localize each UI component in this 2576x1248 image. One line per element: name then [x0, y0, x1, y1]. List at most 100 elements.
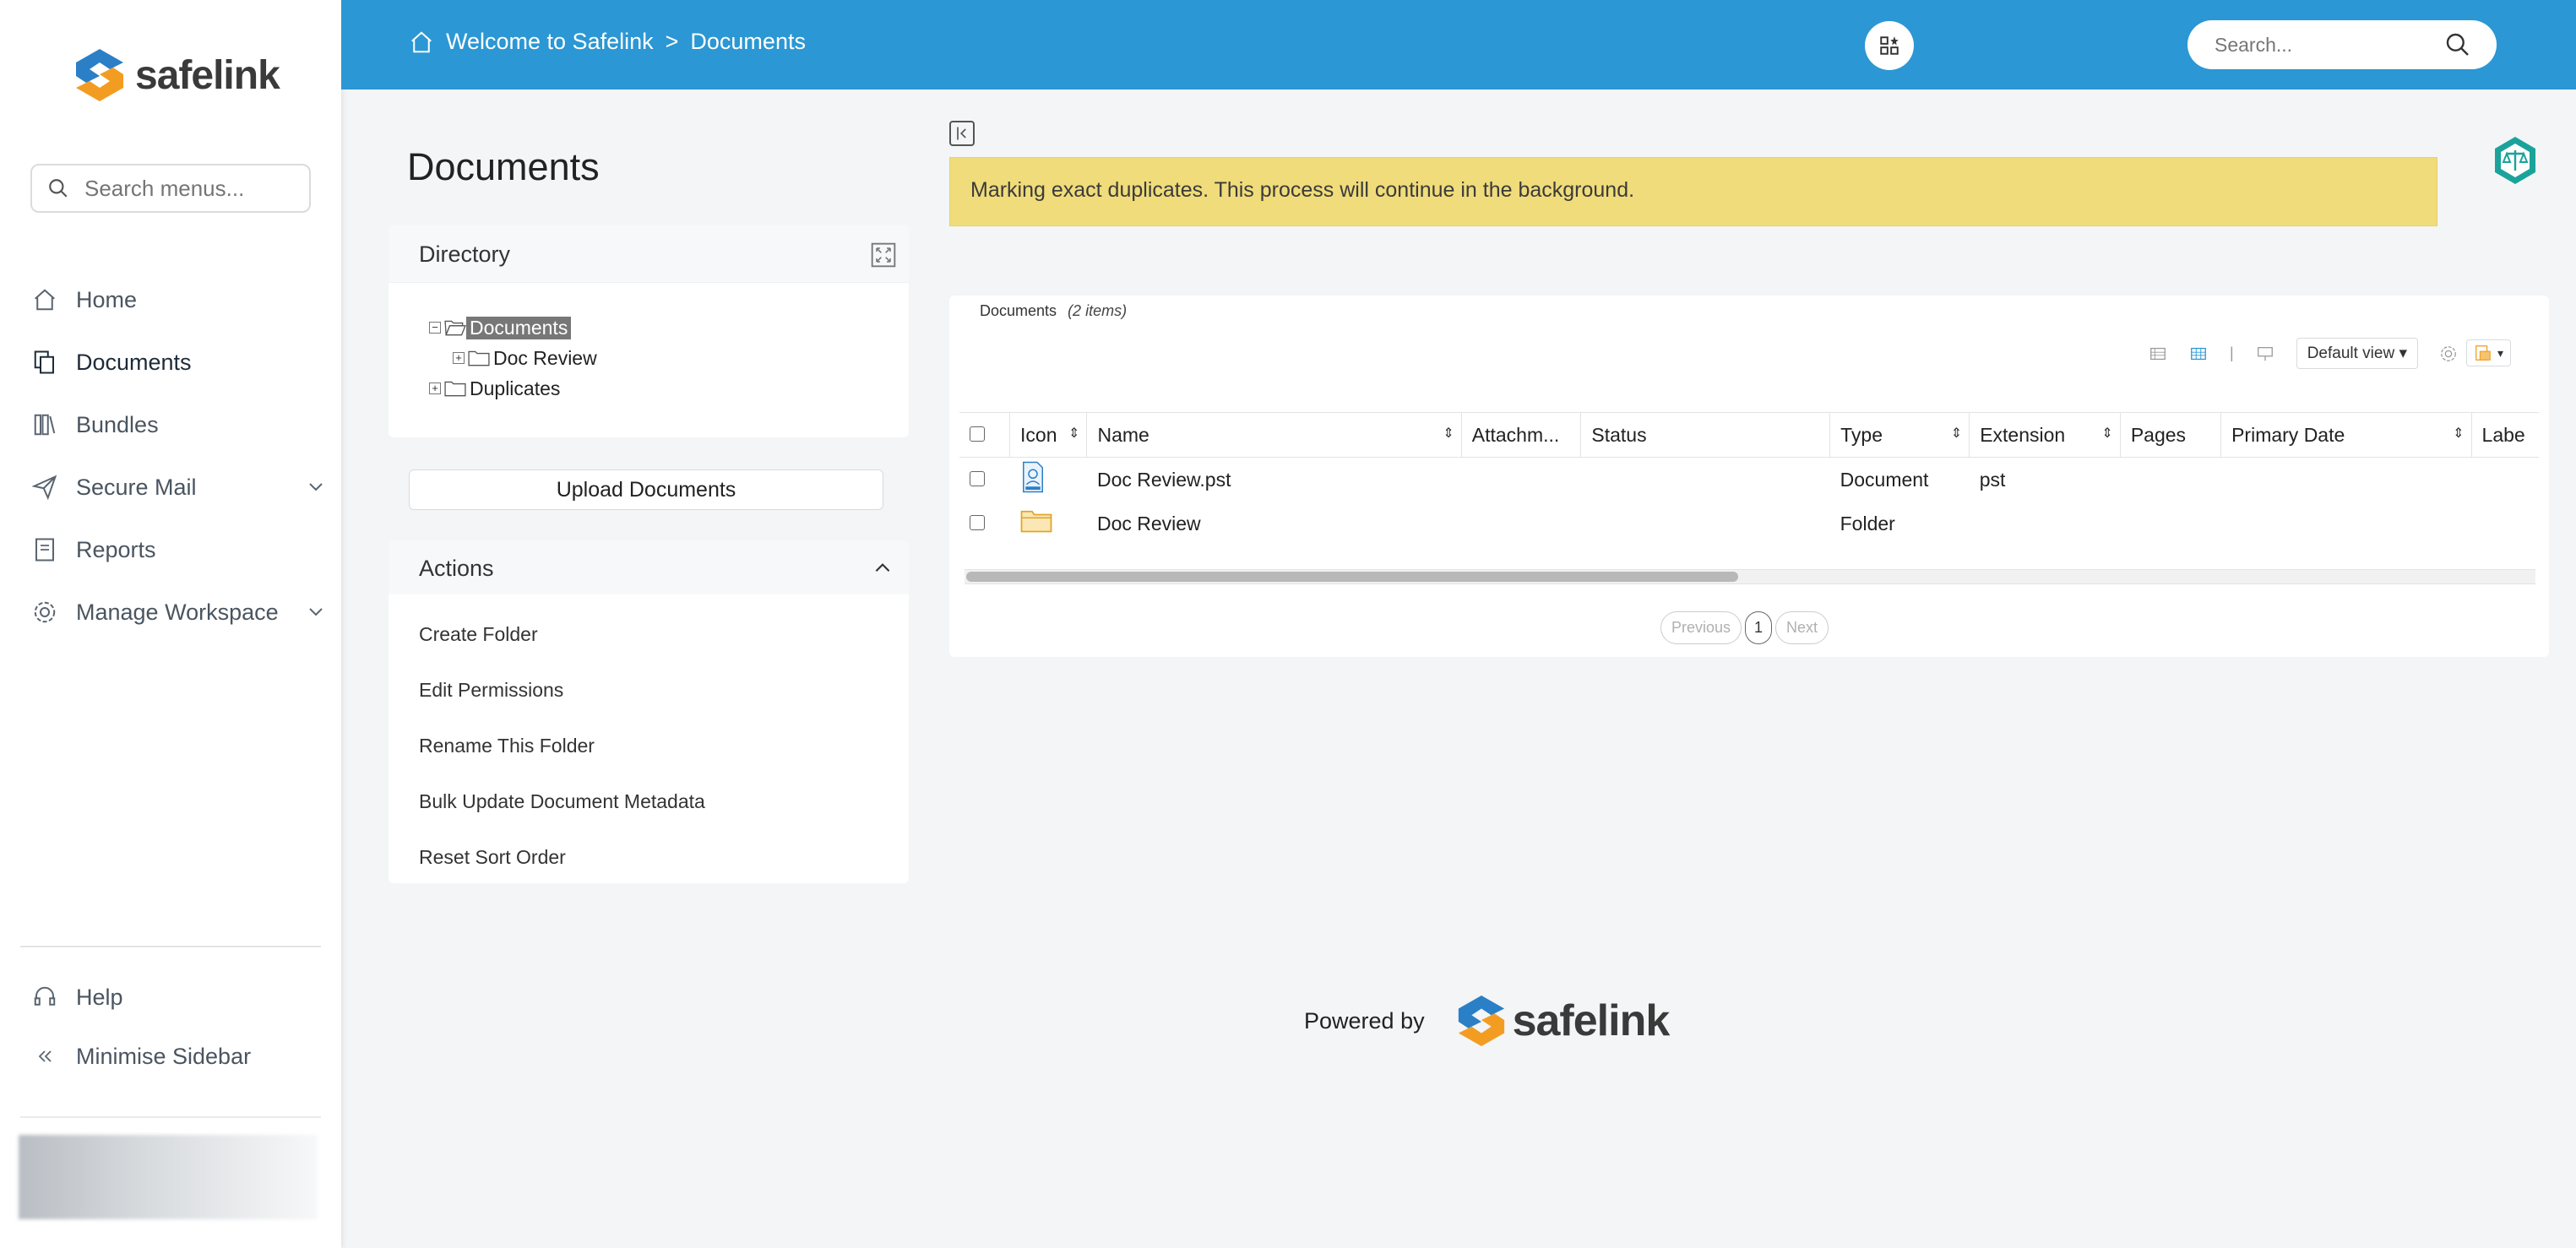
- action-bulk-update-metadata[interactable]: Bulk Update Document Metadata: [419, 773, 705, 829]
- sidebar-item-label: Reports: [76, 536, 156, 562]
- breadcrumb-separator: >: [665, 29, 679, 54]
- tree-node-label[interactable]: Documents: [466, 316, 572, 339]
- duplicate-marking-notice: Marking exact duplicates. This process w…: [949, 157, 2437, 226]
- action-reset-sort-order[interactable]: Reset Sort Order: [419, 829, 705, 885]
- topbar: Welcome to Safelink > Documents: [341, 0, 2576, 90]
- chevron-up-icon[interactable]: [872, 557, 894, 579]
- safelink-logo-icon: [1458, 995, 1504, 1047]
- row-checkbox[interactable]: [970, 514, 985, 530]
- column-header-label: Attachm...: [1471, 423, 1560, 446]
- documents-icon: [30, 348, 59, 377]
- expand-icon[interactable]: [870, 241, 897, 269]
- settings-gear-icon[interactable]: [2439, 345, 2458, 363]
- list-view-icon[interactable]: [2149, 345, 2167, 363]
- table-row[interactable]: Doc Review Folder: [959, 502, 2539, 545]
- row-name[interactable]: Doc Review: [1087, 502, 1461, 545]
- sidebar-item-help[interactable]: Help: [30, 966, 326, 1028]
- home-icon[interactable]: [409, 30, 434, 55]
- grid-item-count: (2 items): [1068, 302, 1128, 319]
- sidebar-item-documents[interactable]: Documents: [30, 331, 326, 393]
- expand-toggle[interactable]: +: [429, 383, 441, 394]
- column-header-name[interactable]: Name ⇕: [1086, 412, 1462, 458]
- tree-node-documents[interactable]: − Documents: [429, 312, 597, 343]
- grid-view-icon[interactable]: [2189, 345, 2208, 363]
- action-edit-permissions[interactable]: Edit Permissions: [419, 662, 705, 718]
- user-profile-blurred[interactable]: [19, 1135, 318, 1219]
- collapse-panel-button[interactable]: [949, 121, 975, 146]
- sidebar-item-home[interactable]: Home: [30, 269, 326, 331]
- sidebar-item-label: Bundles: [76, 411, 159, 437]
- column-header-type[interactable]: Type ⇕: [1829, 412, 1970, 458]
- document-icon: [1022, 461, 1043, 493]
- scrollbar-thumb[interactable]: [966, 572, 1738, 582]
- sidebar-item-bundles[interactable]: Bundles: [30, 393, 326, 456]
- sidebar-item-reports[interactable]: Reports: [30, 518, 326, 581]
- search-icon[interactable]: [2444, 31, 2471, 58]
- export-dropdown[interactable]: ▾: [2466, 339, 2512, 366]
- collapse-toggle[interactable]: −: [429, 322, 441, 334]
- presentation-view-icon[interactable]: [2256, 345, 2274, 363]
- sidebar-item-label: Minimise Sidebar: [76, 1043, 252, 1069]
- minimise-sidebar-button[interactable]: Minimise Sidebar: [30, 1028, 326, 1084]
- expand-toggle[interactable]: +: [453, 352, 465, 364]
- double-chevron-left-icon: [30, 1042, 59, 1071]
- export-icon: [2475, 345, 2491, 361]
- column-header-label: Pages: [2130, 423, 2187, 446]
- tree-node-doc-review[interactable]: + Doc Review: [429, 343, 597, 373]
- global-search-input[interactable]: [2213, 32, 2444, 57]
- scales-badge-icon[interactable]: [2490, 135, 2541, 186]
- column-header-label: Labe: [2481, 423, 2525, 446]
- column-header-extension[interactable]: Extension ⇕: [1969, 412, 2121, 458]
- directory-panel: Directory − Documents + Doc Review + Dup…: [389, 225, 909, 437]
- brand-name: safelink: [135, 52, 280, 98]
- row-checkbox[interactable]: [970, 470, 985, 486]
- select-all-checkbox[interactable]: [970, 426, 985, 442]
- apps-button[interactable]: [1865, 21, 1914, 70]
- current-page-button[interactable]: 1: [1745, 611, 1773, 644]
- sidebar-search[interactable]: [30, 164, 311, 213]
- action-create-folder[interactable]: Create Folder: [419, 606, 705, 662]
- table-row[interactable]: Doc Review.pst Document pst: [959, 458, 2539, 502]
- page-title: Documents: [407, 145, 600, 188]
- caret-down-icon: ▾: [2497, 345, 2504, 360]
- column-header-icon[interactable]: Icon ⇕: [1009, 412, 1088, 458]
- column-header-primary-date[interactable]: Primary Date ⇕: [2220, 412, 2472, 458]
- horizontal-scrollbar[interactable]: [965, 569, 2535, 584]
- breadcrumb-current: Documents: [690, 29, 806, 54]
- sidebar-item-manage-workspace[interactable]: Manage Workspace: [30, 581, 326, 643]
- previous-page-button[interactable]: Previous: [1660, 611, 1742, 644]
- breadcrumb-root[interactable]: Welcome to Safelink: [446, 29, 654, 55]
- sidebar-item-secure-mail[interactable]: Secure Mail: [30, 456, 326, 518]
- next-page-button[interactable]: Next: [1775, 611, 1829, 644]
- column-header-attachments[interactable]: Attachm...: [1461, 412, 1582, 458]
- row-primary-date: [2221, 502, 2471, 545]
- chevron-down-icon[interactable]: [306, 476, 326, 496]
- sort-icon[interactable]: ⇕: [1068, 425, 1079, 442]
- chevron-down-icon[interactable]: [306, 601, 326, 621]
- global-search[interactable]: [2187, 20, 2497, 69]
- home-icon: [30, 285, 59, 314]
- tree-node-duplicates[interactable]: + Duplicates: [429, 373, 597, 404]
- grid-header: Documents (2 items): [980, 302, 1127, 320]
- brand-logo[interactable]: safelink: [73, 46, 280, 105]
- sort-icon[interactable]: ⇕: [1443, 425, 1454, 442]
- tree-node-label[interactable]: Duplicates: [470, 377, 560, 400]
- grid-title: Documents: [980, 302, 1057, 319]
- default-view-dropdown[interactable]: Default view ▾: [2296, 338, 2419, 369]
- sort-icon[interactable]: ⇕: [2453, 425, 2464, 442]
- column-header-pages[interactable]: Pages: [2120, 412, 2222, 458]
- sort-icon[interactable]: ⇕: [1951, 425, 1962, 442]
- row-type: Document: [1840, 468, 1929, 491]
- sort-icon[interactable]: ⇕: [2101, 425, 2112, 442]
- column-header-labels[interactable]: Labe: [2471, 412, 2539, 458]
- sidebar-search-input[interactable]: [83, 174, 289, 203]
- sidebar-item-label: Help: [76, 984, 123, 1010]
- row-status: [1581, 458, 1830, 502]
- upload-documents-button[interactable]: Upload Documents: [409, 469, 883, 510]
- reports-icon: [30, 535, 59, 564]
- column-header-status[interactable]: Status: [1580, 412, 1831, 458]
- tree-node-label[interactable]: Doc Review: [493, 347, 597, 370]
- select-all-cell[interactable]: [959, 412, 1011, 458]
- row-name[interactable]: Doc Review.pst: [1087, 458, 1461, 502]
- action-rename-folder[interactable]: Rename This Folder: [419, 718, 705, 773]
